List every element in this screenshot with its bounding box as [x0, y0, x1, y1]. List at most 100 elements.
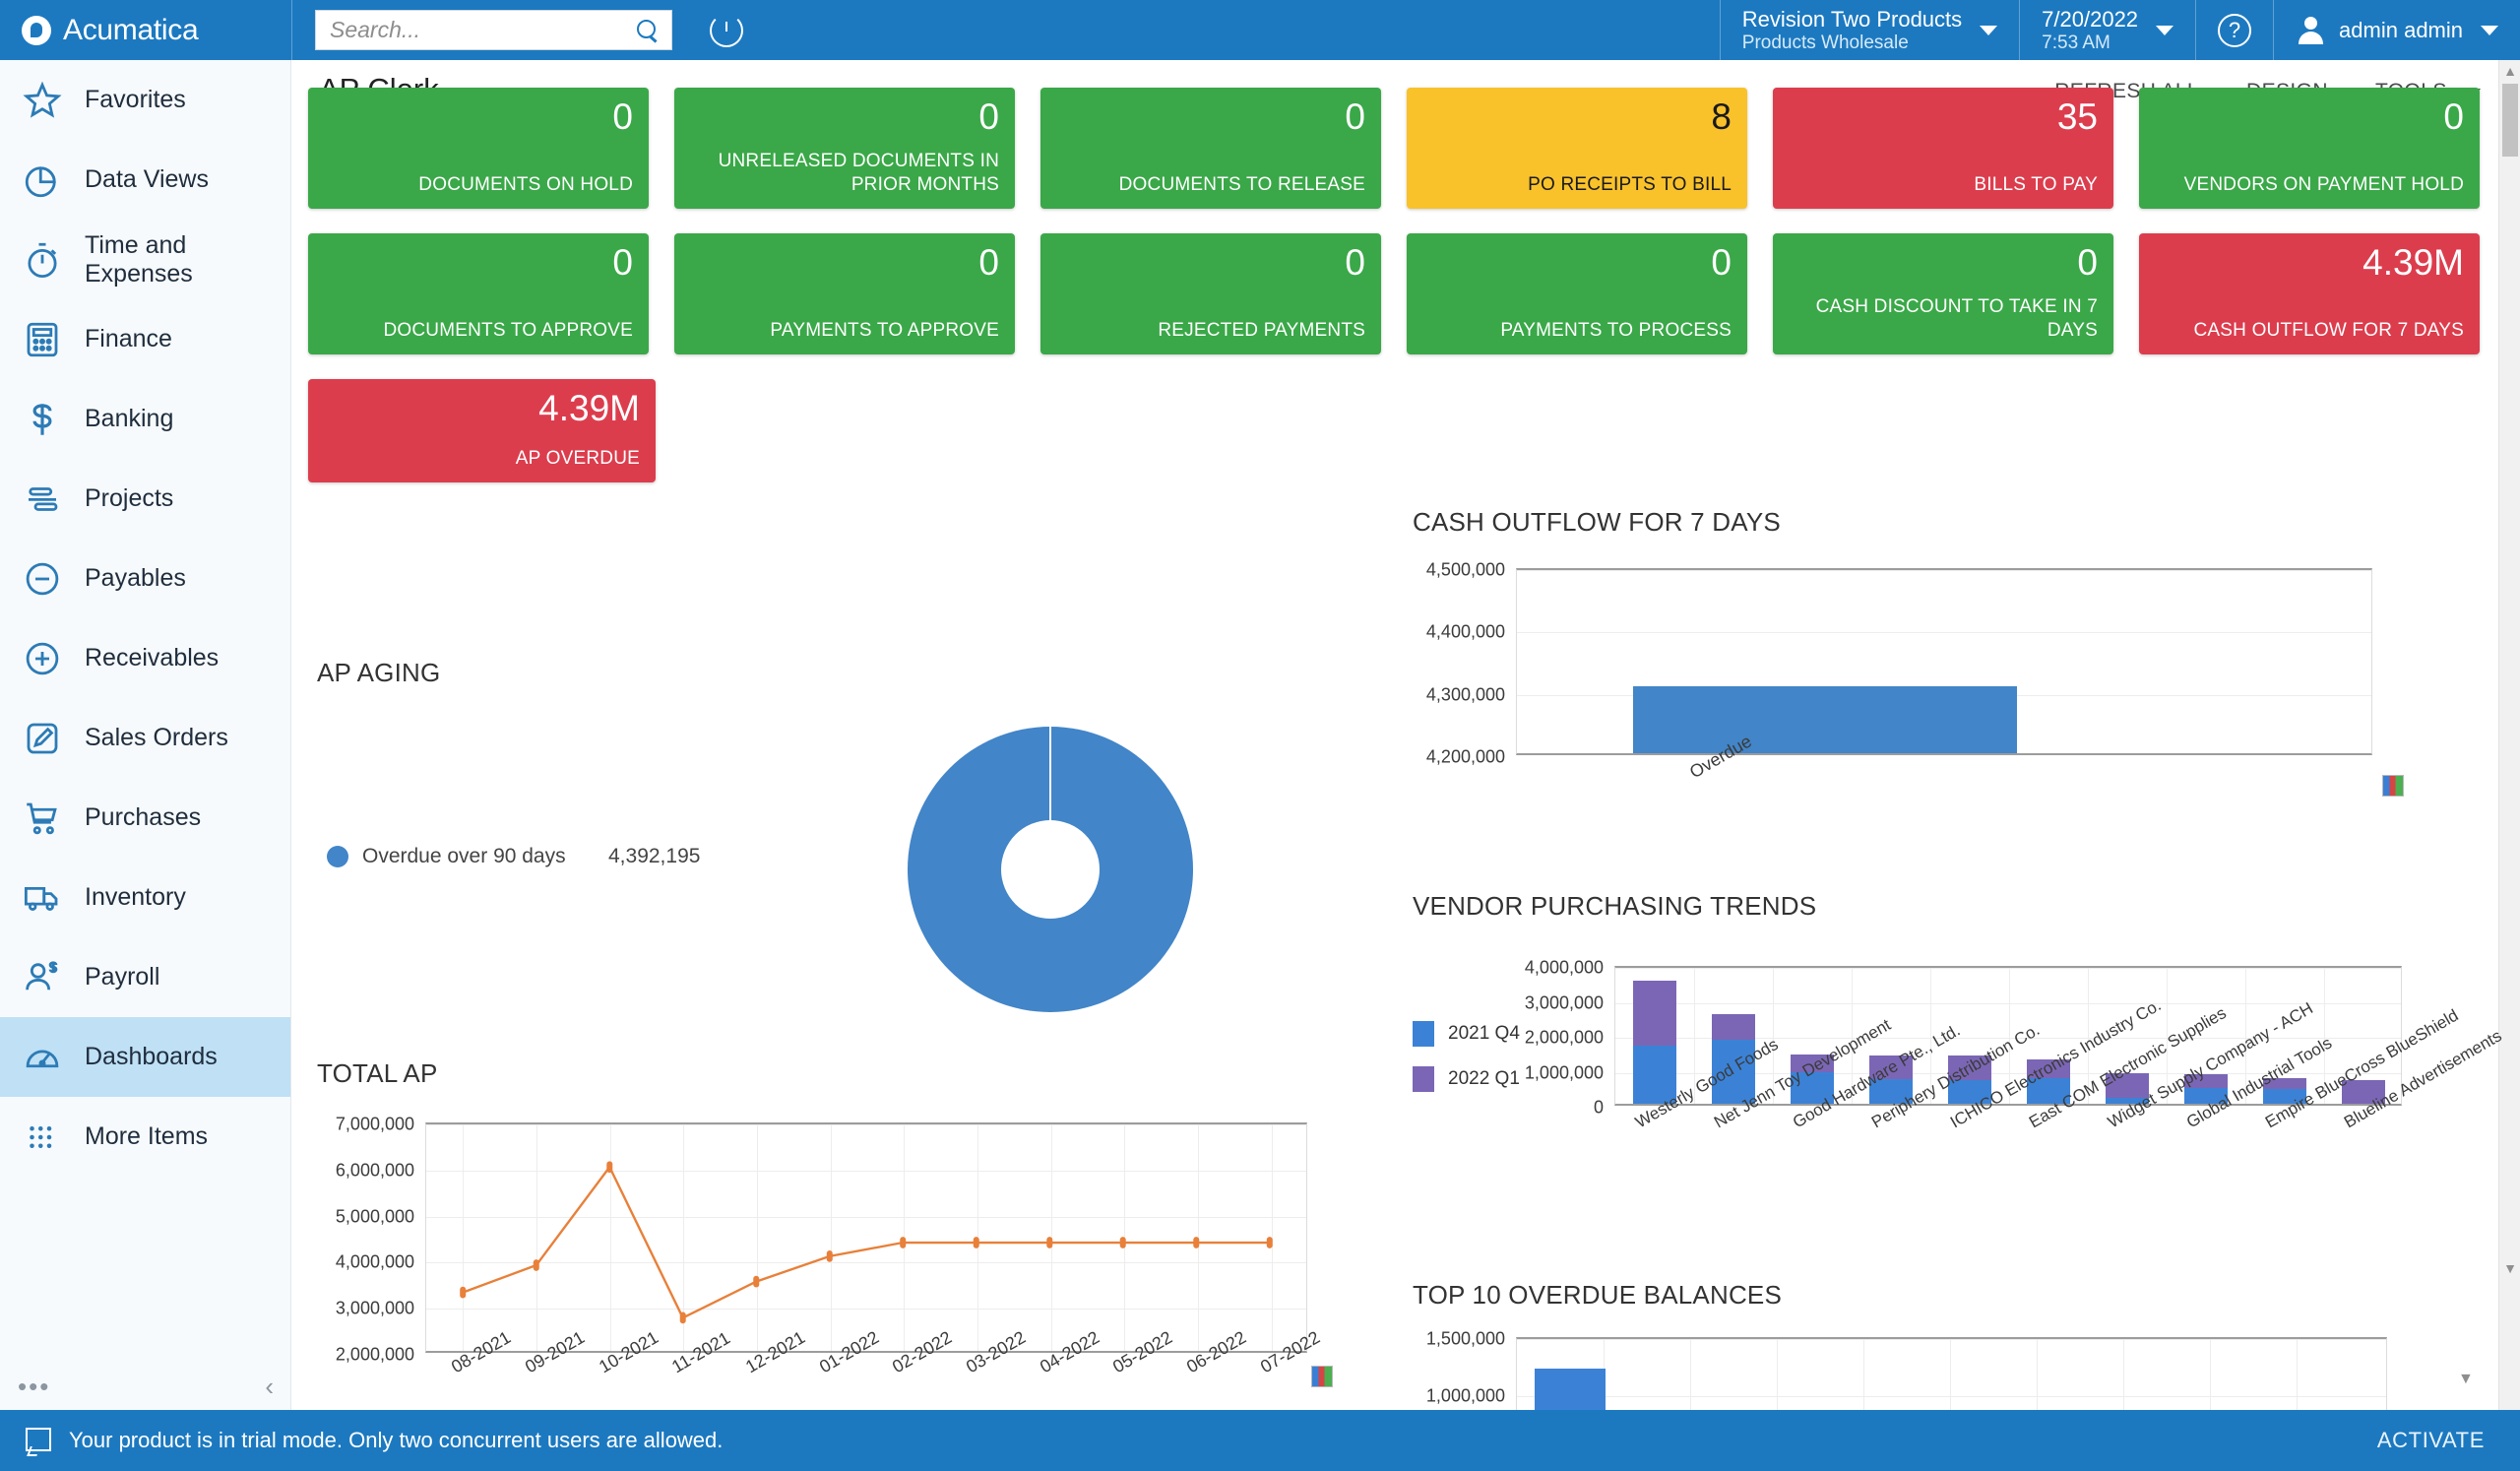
kpi-tile-rejected-payments[interactable]: 0 REJECTED PAYMENTS: [1040, 233, 1381, 354]
data-point[interactable]: [679, 1311, 686, 1324]
company-selector[interactable]: Revision Two Products Products Wholesale: [1721, 0, 2019, 60]
ap-aging-donut-chart[interactable]: [908, 727, 1193, 1012]
top-10-overdue-balances-widget: TOP 10 OVERDUE BALANCES 1,500,000 1,000,…: [1413, 1280, 2486, 1455]
sidebar-item-banking[interactable]: Banking: [0, 379, 290, 459]
kpi-tile-payments-to-process[interactable]: 0 PAYMENTS TO PROCESS: [1407, 233, 1747, 354]
scroll-up-arrow-icon[interactable]: ▲: [2499, 60, 2520, 82]
sidebar-item-purchases[interactable]: Purchases: [0, 778, 290, 858]
bar-overdue[interactable]: [1633, 686, 2017, 753]
recent-history-button[interactable]: [694, 0, 759, 60]
data-point[interactable]: [460, 1286, 467, 1299]
grid-dots-icon: [22, 1117, 63, 1158]
sidebar-item-receivables[interactable]: Receivables: [0, 618, 290, 698]
person-dollar-icon: [22, 957, 63, 998]
activate-button[interactable]: ACTIVATE: [2377, 1428, 2485, 1453]
search-input[interactable]: [330, 17, 634, 43]
kpi-tile-grid: 0 DOCUMENTS ON HOLD 0 UNRELEASED DOCUMEN…: [308, 88, 2480, 507]
global-search[interactable]: [315, 10, 672, 50]
ap-aging-widget: AP AGING Overdue over 90 days 4,392,195: [317, 658, 1390, 1032]
legend-item[interactable]: 2022 Q1: [1413, 1066, 1520, 1092]
sidebar-item-payroll[interactable]: Payroll: [0, 937, 290, 1017]
kpi-tile-cash-outflow-for-7-days[interactable]: 4.39M CASH OUTFLOW FOR 7 DAYS: [2139, 233, 2480, 354]
user-menu[interactable]: admin admin: [2274, 0, 2520, 60]
y-axis-tick: 4,200,000: [1425, 746, 1505, 767]
sidebar-item-projects[interactable]: Projects: [0, 459, 290, 539]
chevron-down-icon[interactable]: [1980, 25, 1998, 35]
total-ap-plot-area[interactable]: 7,000,000 6,000,000 5,000,000 4,000,000 …: [336, 1115, 1307, 1365]
kpi-value: 0: [612, 242, 633, 283]
kpi-tile-documents-to-approve[interactable]: 0 DOCUMENTS TO APPROVE: [308, 233, 649, 354]
kpi-tile-documents-to-release[interactable]: 0 DOCUMENTS TO RELEASE: [1040, 88, 1381, 209]
main-scrollbar[interactable]: ▲ ▼: [2498, 60, 2520, 1410]
scrollbar-thumb[interactable]: [2502, 84, 2518, 157]
sidebar-item-label: Data Views: [85, 165, 209, 193]
sidebar-item-label: Dashboards: [85, 1043, 218, 1070]
data-point[interactable]: [1119, 1237, 1126, 1248]
y-axis-tick: 6,000,000: [335, 1160, 414, 1181]
chart-type-icon[interactable]: [2382, 775, 2404, 797]
acumatica-logo-icon: [22, 15, 51, 45]
kpi-tile-po-receipts-to-bill[interactable]: 8 PO RECEIPTS TO BILL: [1407, 88, 1747, 209]
sidebar-item-inventory[interactable]: Inventory: [0, 858, 290, 937]
legend-item[interactable]: 2021 Q4: [1413, 1021, 1520, 1047]
kpi-value: 0: [1711, 242, 1732, 283]
kpi-tile-cash-discount-to-take-in-7-days[interactable]: 0 CASH DISCOUNT TO TAKE IN 7 DAYS: [1773, 233, 2113, 354]
legend-color-swatch: [1413, 1066, 1434, 1092]
kpi-tile-unreleased-documents-in-prior-months[interactable]: 0 UNRELEASED DOCUMENTS IN PRIOR MONTHS: [674, 88, 1015, 209]
data-point[interactable]: [753, 1275, 760, 1288]
data-point[interactable]: [533, 1259, 539, 1271]
kpi-tile-payments-to-approve[interactable]: 0 PAYMENTS TO APPROVE: [674, 233, 1015, 354]
datetime-selector[interactable]: 7/20/2022 7:53 AM: [2020, 0, 2195, 60]
kpi-label: CASH OUTFLOW FOR 7 DAYS: [2193, 320, 2464, 341]
chevron-down-icon[interactable]: [2156, 25, 2174, 35]
data-point[interactable]: [826, 1249, 833, 1262]
ellipsis-icon[interactable]: •••: [18, 1374, 50, 1399]
sidebar-item-time-and-expenses[interactable]: Time and Expenses: [0, 220, 290, 299]
data-point[interactable]: [973, 1237, 979, 1248]
bar-segment-2022-q1[interactable]: [1633, 980, 1676, 1047]
brand-logo[interactable]: Acumatica: [0, 0, 291, 60]
topbar-right-cluster: Revision Two Products Products Wholesale…: [1719, 0, 2520, 60]
calculator-icon: [22, 319, 63, 360]
sidebar-item-sales-orders[interactable]: Sales Orders: [0, 698, 290, 778]
search-icon[interactable]: [634, 18, 660, 43]
y-axis-tick: 0: [1593, 1097, 1604, 1118]
data-point[interactable]: [606, 1161, 613, 1174]
kpi-value: 35: [2056, 96, 2098, 137]
cash-outflow-plot-area[interactable]: 4,500,000 4,400,000 4,300,000 4,200,000: [1426, 560, 2372, 767]
kpi-tile-vendors-on-payment-hold[interactable]: 0 VENDORS ON PAYMENT HOLD: [2139, 88, 2480, 209]
chart-type-icon[interactable]: [1311, 1366, 1333, 1387]
sidebar-item-more-items[interactable]: More Items: [0, 1097, 290, 1177]
user-avatar-icon: [2296, 16, 2325, 45]
chevron-left-icon[interactable]: ‹: [265, 1372, 274, 1402]
data-point[interactable]: [1046, 1237, 1053, 1248]
sidebar-item-label: Purchases: [85, 803, 202, 831]
y-axis-tick: 4,400,000: [1425, 621, 1505, 642]
kpi-value: 4.39M: [2362, 242, 2464, 283]
sidebar-item-dashboards[interactable]: Dashboards: [0, 1017, 290, 1097]
y-axis-tick: 3,000,000: [1524, 992, 1604, 1012]
sidebar-item-data-views[interactable]: Data Views: [0, 140, 290, 220]
y-axis-tick: 1,500,000: [1425, 1328, 1505, 1349]
help-button[interactable]: ?: [2196, 0, 2273, 60]
kpi-label: PAYMENTS TO PROCESS: [1500, 320, 1732, 341]
stopwatch-icon: [22, 239, 63, 281]
sidebar-item-finance[interactable]: Finance: [0, 299, 290, 379]
data-point[interactable]: [1266, 1237, 1273, 1248]
data-point[interactable]: [900, 1237, 907, 1248]
sidebar-item-label: Projects: [85, 484, 174, 512]
stacked-bar[interactable]: [1633, 980, 1676, 1104]
kpi-tile-bills-to-pay[interactable]: 35 BILLS TO PAY: [1773, 88, 2113, 209]
data-point[interactable]: [1193, 1237, 1200, 1248]
sidebar-item-label: Banking: [85, 405, 174, 432]
scroll-down-arrow-icon[interactable]: ▼: [2499, 1257, 2520, 1279]
sidebar-item-payables[interactable]: Payables: [0, 539, 290, 618]
legend-label: 2021 Q4: [1448, 1023, 1520, 1044]
chevron-down-icon[interactable]: [2481, 25, 2498, 35]
donut-slice-overdue-over-90-days[interactable]: [908, 727, 1193, 1012]
sidebar-item-favorites[interactable]: Favorites: [0, 60, 290, 140]
scroll-down-arrow-icon[interactable]: ▼: [2458, 1371, 2474, 1388]
kpi-tile-ap-overdue[interactable]: 4.39M AP OVERDUE: [308, 379, 656, 482]
kpi-tile-documents-on-hold[interactable]: 0 DOCUMENTS ON HOLD: [308, 88, 649, 209]
bar-segment-2022-q1[interactable]: [1712, 1014, 1755, 1040]
